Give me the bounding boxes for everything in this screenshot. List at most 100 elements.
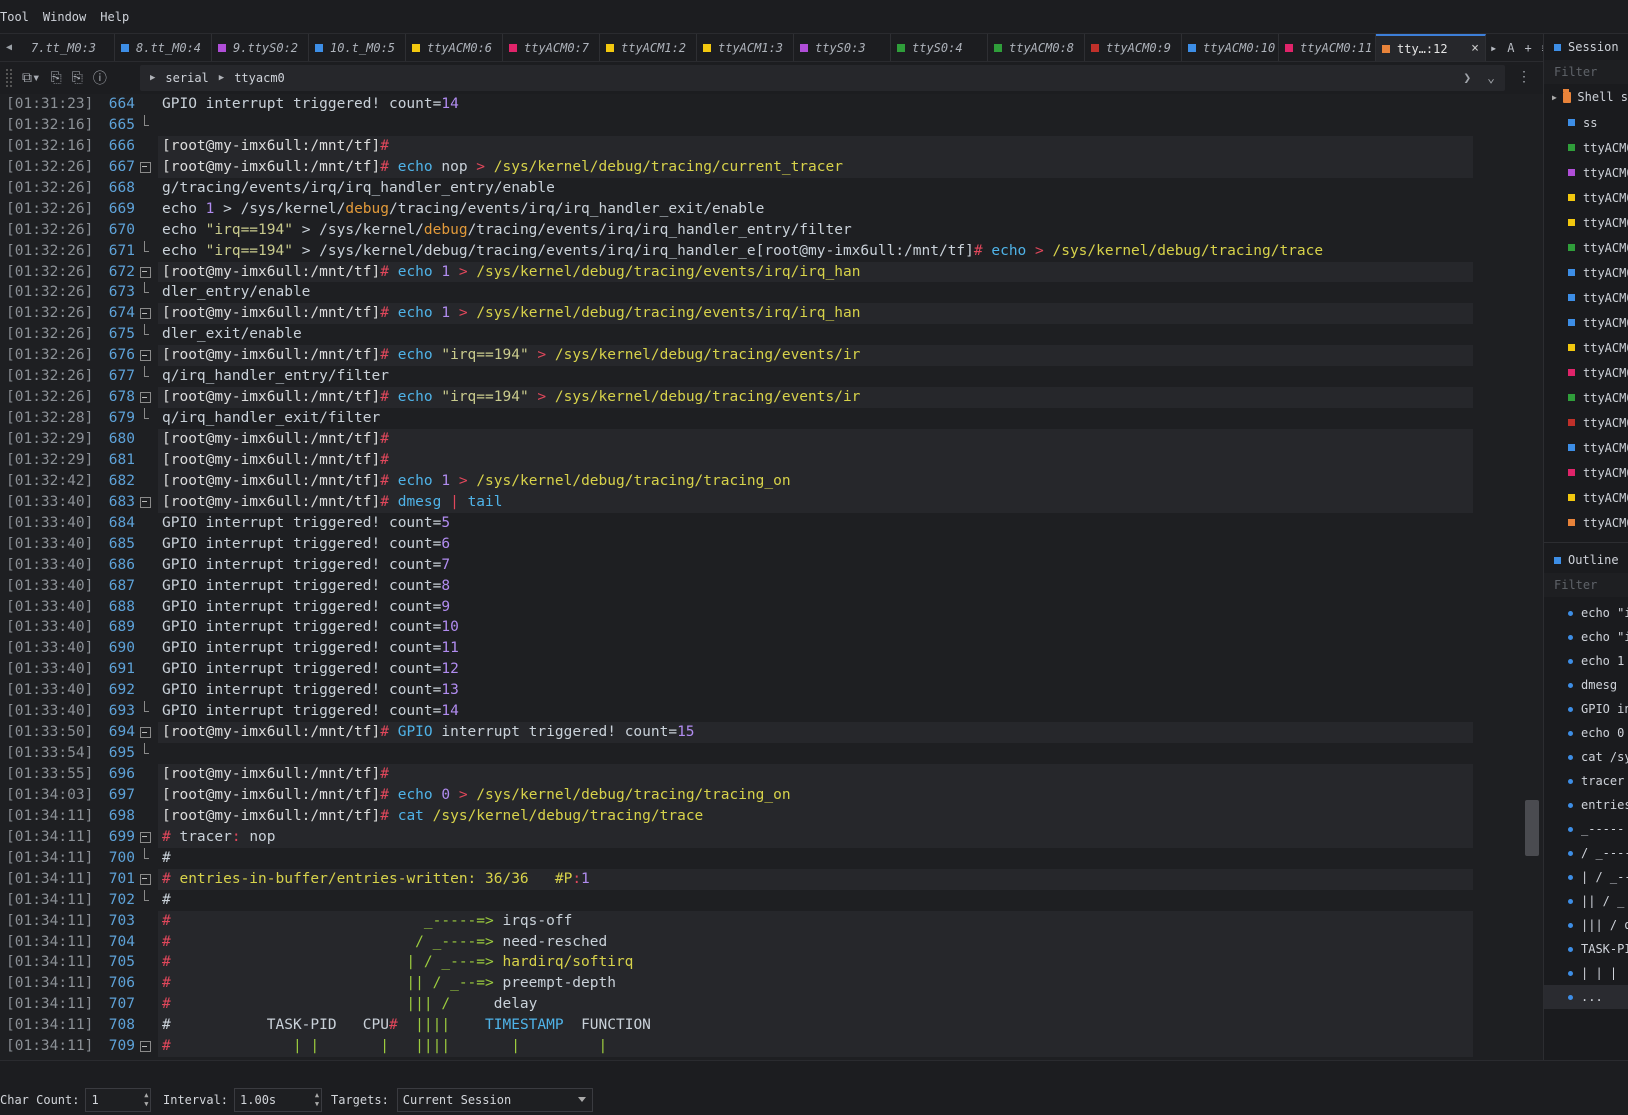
targets-select[interactable]: Current Session [396, 1088, 593, 1112]
session-item[interactable]: ss [1544, 110, 1628, 135]
chevron-down-icon[interactable]: ⌄ [1487, 71, 1495, 86]
outline-item[interactable]: | | | [1544, 961, 1628, 985]
session-item[interactable]: ttyACM0 [1544, 410, 1628, 435]
session-item[interactable]: ttyACM0 [1544, 360, 1628, 385]
spinner-icon[interactable]: ▲ ▼ [144, 1091, 148, 1109]
tab-item[interactable]: ttyACM0:8 [988, 34, 1085, 61]
outline-item[interactable]: dmesg [1544, 673, 1628, 697]
outline-item[interactable]: echo 0 [1544, 721, 1628, 745]
chevron-right-icon[interactable]: ❯ [1463, 71, 1471, 86]
tab-font-button[interactable]: A [1507, 41, 1514, 55]
tab-item[interactable]: ttyS0:3 [794, 34, 891, 61]
open-session-icon[interactable]: ⎘ [50, 70, 61, 86]
add-tab-icon[interactable]: + [1524, 41, 1531, 55]
line-content: [root@my-imx6ull:/mnt/tf]# cat /sys/kern… [158, 805, 1473, 827]
outline-item[interactable]: || / _ [1544, 889, 1628, 913]
fold-toggle-icon[interactable] [139, 387, 151, 408]
more-vertical-icon[interactable]: ⋮ [1517, 69, 1531, 85]
outline-item[interactable]: _----- [1544, 817, 1628, 841]
tab-item[interactable]: ttyS0:4 [891, 34, 988, 61]
info-icon[interactable]: ⓘ [93, 68, 107, 88]
outline-item[interactable]: TASK-PI [1544, 937, 1628, 961]
tab-item[interactable]: ttyACM1:3 [697, 34, 794, 61]
tab-item[interactable]: 9.ttyS0:2 [212, 34, 309, 61]
terminal-scrollbar[interactable] [1525, 800, 1539, 856]
breadcrumb-root[interactable]: serial [165, 71, 208, 85]
fold-toggle-icon[interactable] [139, 262, 151, 283]
close-icon[interactable]: × [1471, 41, 1479, 56]
breadcrumb-leaf[interactable]: ttyacm0 [234, 71, 285, 85]
char-count-input[interactable]: 1 ▲ ▼ [85, 1088, 152, 1112]
text-segment: "irq==194" [432, 389, 538, 406]
spinner-icon[interactable]: ▲ ▼ [315, 1091, 319, 1109]
fold-toggle-icon[interactable] [139, 1036, 151, 1057]
text-segment: > /sys/kernel/ [292, 221, 424, 238]
tab-item[interactable]: 7.tt_M0:3 [18, 34, 115, 61]
menu-window[interactable]: Window [36, 10, 93, 24]
session-item[interactable]: ttyACM0 [1544, 210, 1628, 235]
tab-scroll-left-icon[interactable]: ◀ [0, 42, 18, 53]
outline-item[interactable]: echo "i [1544, 625, 1628, 649]
session-item[interactable]: ttyACM0 [1544, 460, 1628, 485]
line-number: 666 [108, 137, 135, 154]
session-item[interactable]: ttyACM0 [1544, 335, 1628, 360]
session-item[interactable]: ttyACM0 [1544, 485, 1628, 510]
line-timestamp: [01:33:40] [6, 493, 94, 510]
session-item[interactable]: ttyACM0 [1544, 185, 1628, 210]
fold-toggle-icon[interactable] [139, 827, 151, 848]
tab-item[interactable]: ttyACM1:2 [600, 34, 697, 61]
session-item[interactable]: ttyACM0 [1544, 510, 1628, 535]
session-filter-input[interactable]: Filter [1544, 60, 1628, 84]
terminal-output[interactable]: [01:31:23] 664 GPIO interrupt triggered! c… [0, 94, 1543, 1060]
fold-toggle-icon[interactable] [139, 345, 151, 366]
tab-active[interactable]: tty…:12 × [1376, 34, 1486, 61]
chevron-right-icon[interactable]: ▶ [1552, 93, 1557, 102]
session-item[interactable]: ttyACM0 [1544, 135, 1628, 160]
tab-item[interactable]: 8.tt_M0:4 [115, 34, 212, 61]
interval-input[interactable]: 1.00s ▲ ▼ [234, 1088, 323, 1112]
session-item[interactable]: ttyACM0 [1544, 310, 1628, 335]
outline-item[interactable]: echo "i [1544, 601, 1628, 625]
outline-item[interactable]: | / _-- [1544, 865, 1628, 889]
clone-session-icon[interactable]: ⎘ [72, 70, 83, 86]
session-item[interactable]: ttyACM0 [1544, 285, 1628, 310]
session-item[interactable]: ttyACM0 [1544, 260, 1628, 285]
fold-toggle-icon[interactable] [139, 722, 151, 743]
tab-item[interactable]: ttyACM0:10 [1182, 34, 1279, 61]
outline-item[interactable]: ... [1544, 985, 1628, 1009]
line-content: [root@my-imx6ull:/mnt/tf]# echo 1 > /sys… [158, 303, 1473, 325]
outline-item[interactable]: echo 1 [1544, 649, 1628, 673]
line-content: [root@my-imx6ull:/mnt/tf]# echo "irq==19… [158, 387, 1473, 409]
session-item[interactable]: ttyACM0 [1544, 435, 1628, 460]
outline-item[interactable]: entries [1544, 793, 1628, 817]
bullet-icon [1568, 706, 1573, 712]
text-segment: 14 [441, 703, 459, 720]
session-item[interactable]: ttyACM0 [1544, 385, 1628, 410]
fold-toggle-icon[interactable] [139, 492, 151, 513]
outline-item[interactable]: GPIO in [1544, 697, 1628, 721]
tab-item[interactable]: ttyACM0:7 [503, 34, 600, 61]
outline-item[interactable]: ||| / d [1544, 913, 1628, 937]
menu-tool[interactable]: Tool [0, 10, 36, 24]
fold-toggle-icon[interactable] [139, 303, 151, 324]
line-number: 670 [108, 221, 135, 238]
outline-item[interactable]: / _---- [1544, 841, 1628, 865]
chevron-down-icon[interactable] [577, 1097, 586, 1102]
session-item[interactable]: ttyACM0 [1544, 235, 1628, 260]
fold-guide [139, 889, 151, 911]
fold-toggle-icon[interactable] [139, 869, 151, 890]
tab-item[interactable]: ttyACM0:9 [1085, 34, 1182, 61]
session-item[interactable]: ttyACM0 [1544, 160, 1628, 185]
new-session-icon[interactable]: ⧉▾ [22, 70, 40, 86]
terminal-line: [01:33:40] 686 GPIO interrupt triggered! c… [0, 555, 1543, 576]
tab-item[interactable]: ttyACM0:6 [406, 34, 503, 61]
outline-item[interactable]: cat /sy [1544, 745, 1628, 769]
outline-item[interactable]: tracer [1544, 769, 1628, 793]
tab-item[interactable]: ttyACM0:11 [1279, 34, 1376, 61]
outline-filter-input[interactable]: Filter [1544, 573, 1628, 597]
session-folder[interactable]: ▶ Shell s [1544, 84, 1628, 110]
tab-item[interactable]: 10.t_M0:5 [309, 34, 406, 61]
menu-help[interactable]: Help [93, 10, 136, 24]
fold-toggle-icon[interactable] [139, 157, 151, 178]
tab-scroll-right-icon[interactable]: ▸ [1490, 41, 1497, 55]
